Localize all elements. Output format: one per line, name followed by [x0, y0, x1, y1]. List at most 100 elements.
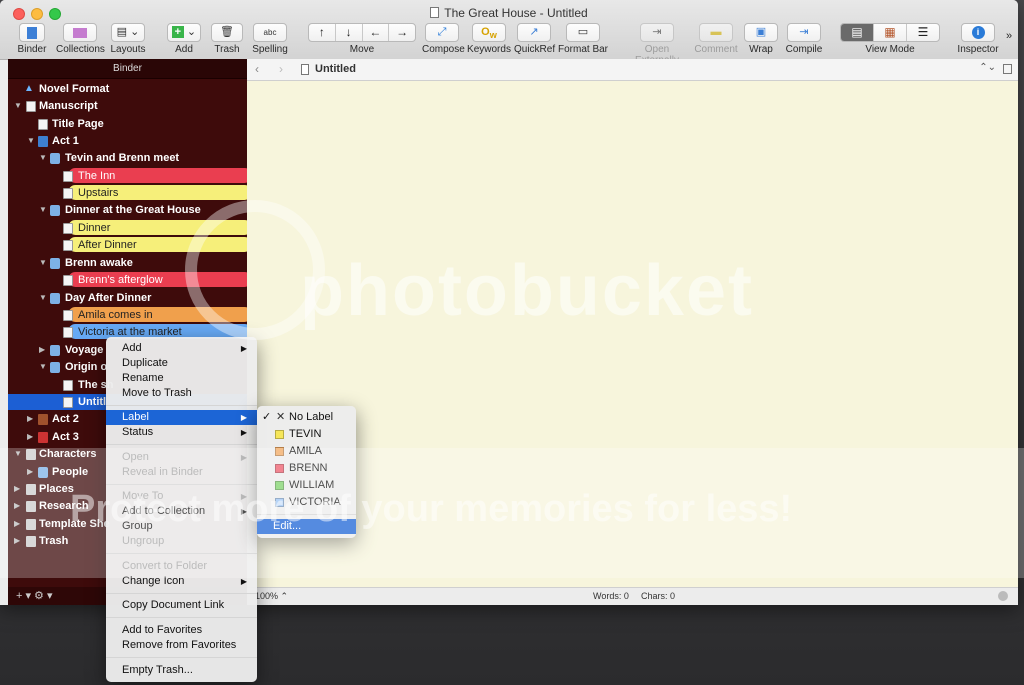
label-option-edit[interactable]: Edit... [257, 519, 356, 534]
toolbar-spelling-button[interactable]: abc Spelling [250, 23, 290, 55]
binder-item-folder[interactable]: ▼ Dinner at the Great House [8, 202, 247, 218]
move-right-icon[interactable]: → [389, 24, 415, 41]
disclosure-open-icon[interactable]: ▼ [39, 290, 47, 306]
binder-item-folder[interactable]: ▼ Tevin and Brenn meet [8, 150, 247, 166]
disclosure-open-icon[interactable]: ▼ [39, 359, 47, 375]
toolbar-add-button[interactable]: + ⌄ Add [166, 23, 202, 55]
binder-item-act-1[interactable]: ▼ Act 1 [8, 133, 247, 149]
toolbar-quickref-button[interactable]: ↗ QuickRef [514, 23, 555, 55]
menu-item-label[interactable]: Label ▶ [106, 410, 257, 425]
compile-icon: ⇥ [787, 23, 821, 42]
disclosure-closed-icon[interactable]: ▶ [39, 342, 45, 358]
toolbar-trash-button[interactable]: 🗑 Trash [208, 23, 246, 55]
disclosure-closed-icon[interactable]: ▶ [14, 533, 20, 549]
editor-text-area[interactable] [247, 81, 1018, 587]
menu-separator [106, 657, 257, 658]
menu-item-move-to-trash[interactable]: Move to Trash [106, 386, 257, 401]
manuscript-icon [26, 101, 36, 112]
label-color-swatch [275, 481, 284, 490]
zoom-selector[interactable]: 100% ⌃ [255, 591, 288, 602]
binder-item-novel-format[interactable]: ▲ Novel Format [8, 81, 247, 97]
toolbar-collections-button[interactable]: Collections [56, 23, 105, 55]
disclosure-closed-icon[interactable]: ▶ [27, 411, 33, 427]
toolbar-overflow-icon[interactable]: » [1003, 30, 1015, 42]
menu-item-empty-trash[interactable]: Empty Trash... [106, 663, 257, 678]
folder-icon [50, 362, 60, 373]
move-up-icon[interactable]: ↑ [309, 24, 336, 41]
menu-item-copy-document-link[interactable]: Copy Document Link [106, 598, 257, 613]
menu-item-move-to[interactable]: Move To ▶ [106, 489, 257, 504]
binder-item-manuscript[interactable]: ▼ Manuscript [8, 98, 247, 114]
label-option-brenn[interactable]: BRENN [257, 461, 356, 476]
disclosure-closed-icon[interactable]: ▶ [27, 464, 33, 480]
menu-item-group[interactable]: Group [106, 519, 257, 534]
binder-item-folder[interactable]: ▼ Brenn awake [8, 255, 247, 271]
binder-item-doc[interactable]: Upstairs [8, 185, 247, 201]
binder-item-title-page[interactable]: Title Page [8, 116, 247, 132]
menu-item-add[interactable]: Add ▶ [106, 341, 257, 356]
disclosure-open-icon[interactable]: ▼ [14, 446, 22, 462]
disclosure-open-icon[interactable]: ▼ [14, 98, 22, 114]
label-option-amila[interactable]: AMILA [257, 444, 356, 459]
folder-icon [50, 258, 60, 269]
disclosure-open-icon[interactable]: ▼ [39, 202, 47, 218]
binder-item-folder[interactable]: ▼ Day After Dinner [8, 290, 247, 306]
char-count: Chars: 0 [641, 591, 676, 601]
menu-item-duplicate[interactable]: Duplicate [106, 356, 257, 371]
quickref-icon: ↗ [517, 23, 551, 42]
toolbar-layouts-button[interactable]: ▤ ⌄ Layouts [108, 23, 148, 55]
menu-item-open[interactable]: Open ▶ [106, 450, 257, 465]
characters-icon [26, 449, 36, 460]
view-outline-icon[interactable]: ☰ [907, 24, 939, 41]
disclosure-closed-icon[interactable]: ▶ [14, 516, 20, 532]
label-option-tevin[interactable]: TEVIN [257, 427, 356, 442]
document-icon [63, 240, 73, 251]
target-icon[interactable] [998, 591, 1008, 601]
binder-item-doc[interactable]: Brenn's afterglow [8, 272, 247, 288]
binder-item-doc[interactable]: Dinner [8, 220, 247, 236]
toolbar-compose-button[interactable]: ⤢ Compose [422, 23, 465, 55]
toolbar-compile-button[interactable]: ⇥ Compile [784, 23, 824, 55]
label-color-swatch [275, 464, 284, 473]
move-down-icon[interactable]: ↓ [336, 24, 363, 41]
forward-icon[interactable]: › [279, 62, 283, 76]
disclosure-open-icon[interactable]: ▼ [39, 150, 47, 166]
menu-item-remove-from-favorites[interactable]: Remove from Favorites [106, 638, 257, 653]
toolbar-format-bar-button[interactable]: ▭ Format Bar [558, 23, 608, 55]
previous-next-document-icon[interactable]: ⌃⌄ [979, 62, 996, 73]
menu-item-ungroup[interactable]: Ungroup [106, 534, 257, 549]
binder-item-doc[interactable]: Amila comes in [8, 307, 247, 323]
menu-item-convert-to-folder[interactable]: Convert to Folder [106, 559, 257, 574]
binder-item-doc[interactable]: After Dinner [8, 237, 247, 253]
toolbar-inspector-button[interactable]: i Inspector [956, 23, 1000, 55]
binder-item-doc[interactable]: The Inn [8, 168, 247, 184]
toolbar-wrap-button[interactable]: ▣ Wrap [742, 23, 780, 55]
disclosure-open-icon[interactable]: ▼ [39, 255, 47, 271]
inspector-icon: i [961, 23, 995, 42]
menu-item-status[interactable]: Status ▶ [106, 425, 257, 440]
view-corkboard-icon[interactable]: ▦ [874, 24, 907, 41]
label-option-william[interactable]: WILLIAM [257, 478, 356, 493]
disclosure-closed-icon[interactable]: ▶ [14, 498, 20, 514]
disclosure-closed-icon[interactable]: ▶ [27, 429, 33, 445]
toolbar-keywords-button[interactable]: Ow Keywords [466, 23, 512, 55]
document-icon [63, 275, 73, 286]
split-editor-icon[interactable] [1003, 64, 1012, 74]
label-option-victoria[interactable]: VICTORIA [257, 495, 356, 510]
toolbar-binder-button[interactable]: Binder [12, 23, 52, 55]
disclosure-closed-icon[interactable]: ▶ [14, 481, 20, 497]
folder-icon [38, 467, 48, 478]
view-document-icon[interactable]: ▤ [841, 24, 874, 41]
toolbar-comment-button[interactable]: ▬ Comment [694, 23, 738, 55]
menu-item-reveal-in-binder[interactable]: Reveal in Binder [106, 465, 257, 480]
move-left-icon[interactable]: ← [363, 24, 390, 41]
menu-item-rename[interactable]: Rename [106, 371, 257, 386]
menu-item-add-to-favorites[interactable]: Add to Favorites [106, 623, 257, 638]
menu-item-change-icon[interactable]: Change Icon ▶ [106, 574, 257, 589]
wrap-icon: ▣ [744, 23, 778, 42]
disclosure-open-icon[interactable]: ▼ [27, 133, 35, 149]
label-option-no-label[interactable]: ✓ ✕ No Label [257, 410, 356, 425]
back-icon[interactable]: ‹ [255, 62, 259, 76]
menu-item-add-to-collection[interactable]: Add to Collection ▶ [106, 504, 257, 519]
submenu-arrow-icon: ▶ [240, 413, 247, 422]
